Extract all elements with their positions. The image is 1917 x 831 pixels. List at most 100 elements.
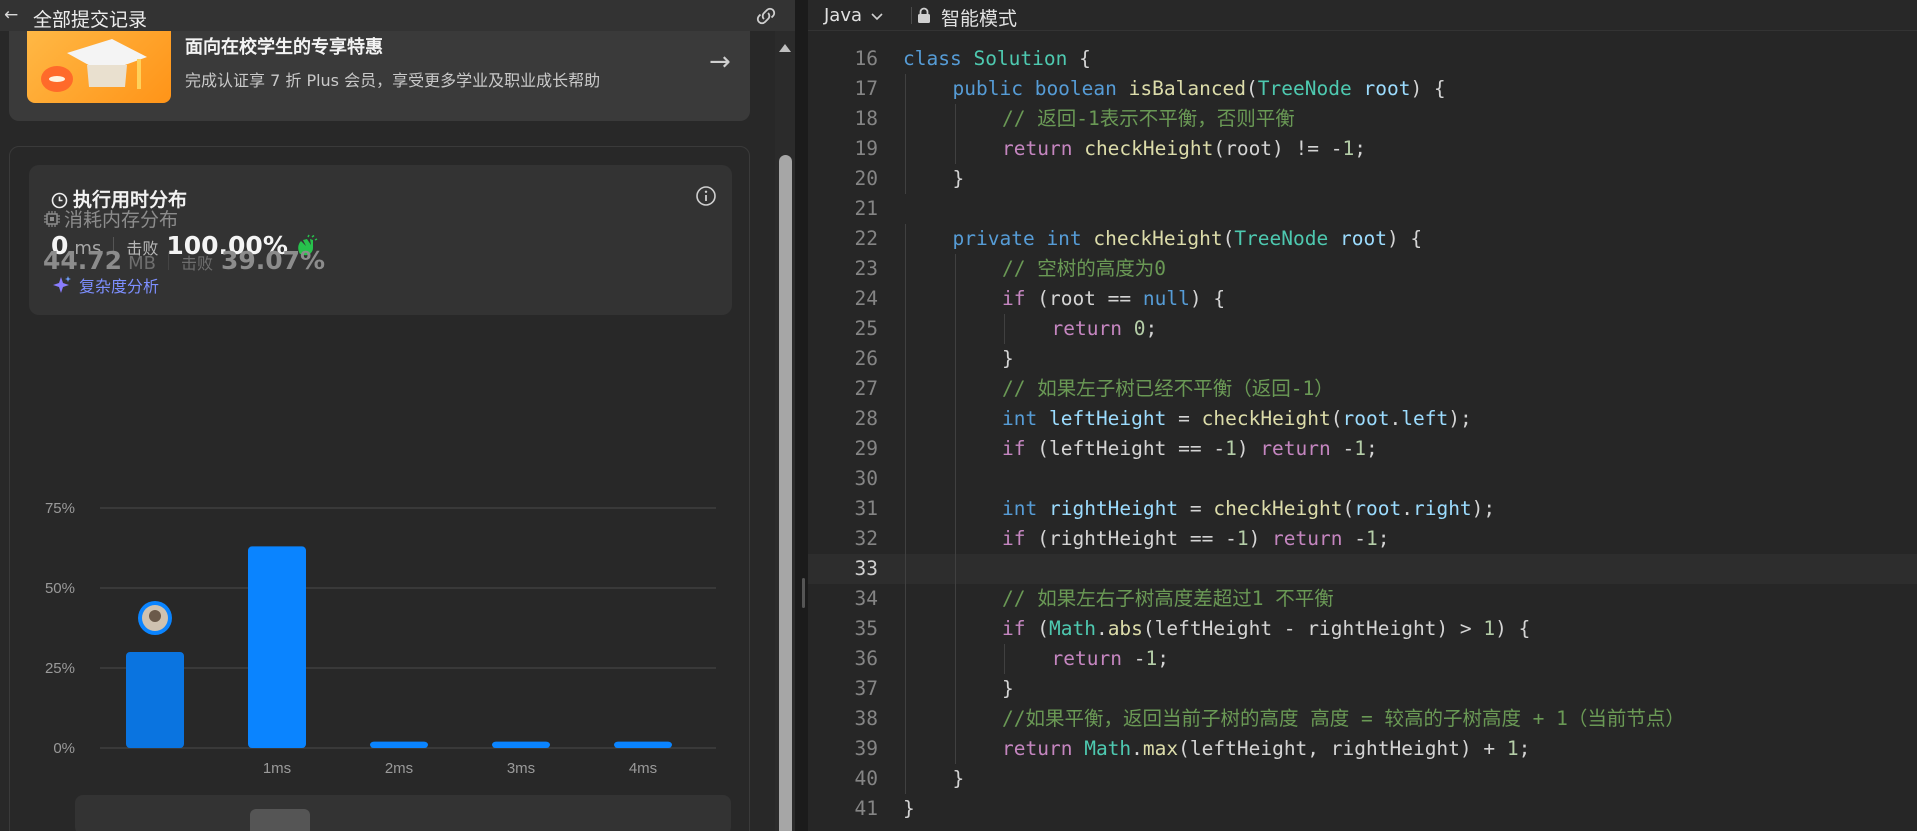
back-arrow-icon[interactable]: ← bbox=[4, 6, 20, 24]
code-line[interactable]: 17 public boolean isBalanced(TreeNode roo… bbox=[808, 74, 1917, 104]
line-number: 21 bbox=[854, 197, 878, 220]
indent-guide bbox=[954, 404, 956, 434]
code-text: class Solution { bbox=[903, 47, 1091, 70]
code-line[interactable]: 25 return 0; bbox=[808, 314, 1917, 344]
link-icon[interactable] bbox=[754, 6, 778, 26]
user-avatar-marker bbox=[138, 601, 172, 635]
code-line[interactable]: 29 if (leftHeight == -1) return -1; bbox=[808, 434, 1917, 464]
line-number: 39 bbox=[854, 737, 878, 760]
indent-guide bbox=[905, 314, 906, 344]
code-line[interactable]: 31 int rightHeight = checkHeight(root.rig… bbox=[808, 494, 1917, 524]
indent-guide bbox=[905, 284, 906, 314]
memory-title[interactable]: 消耗内存分布 bbox=[64, 205, 178, 232]
code-text: if (root == null) { bbox=[1002, 287, 1226, 310]
code-line[interactable]: 37} bbox=[808, 674, 1917, 704]
bar[interactable] bbox=[126, 652, 184, 748]
code-line[interactable]: 27 // 如果左子树已经不平衡（返回-1） bbox=[808, 374, 1917, 404]
line-number: 34 bbox=[854, 587, 878, 610]
scrollbar-thumb[interactable] bbox=[779, 155, 792, 831]
code-line[interactable]: 22 private int checkHeight(TreeNode root)… bbox=[808, 224, 1917, 254]
line-number: 20 bbox=[854, 167, 878, 190]
code-line[interactable]: 20} bbox=[808, 164, 1917, 194]
info-icon[interactable] bbox=[695, 185, 717, 207]
code-text: } bbox=[1002, 677, 1014, 700]
code-line[interactable]: 36 return -1; bbox=[808, 644, 1917, 674]
indent-guide bbox=[905, 374, 906, 404]
x-tick-label: 3ms bbox=[507, 760, 535, 777]
smart-mode-label[interactable]: 智能模式 bbox=[941, 4, 1017, 31]
indent-guide bbox=[905, 494, 906, 524]
indent-guide bbox=[905, 764, 906, 794]
code-line[interactable]: 16 class Solution { bbox=[808, 44, 1917, 74]
submissions-title[interactable]: 全部提交记录 bbox=[33, 5, 147, 32]
code-line[interactable]: 34 // 如果左右子树高度差超过1 不平衡 bbox=[808, 584, 1917, 614]
bar[interactable] bbox=[614, 741, 672, 748]
language-selector[interactable]: Java bbox=[824, 5, 884, 26]
memory-value: 44.72 bbox=[43, 246, 123, 275]
promo-title: 面向在校学生的专享特惠 bbox=[185, 37, 383, 58]
code-area[interactable]: 16 class Solution {17 public boolean isBal… bbox=[808, 44, 1917, 824]
indent-guide bbox=[954, 374, 956, 404]
line-number: 30 bbox=[854, 467, 878, 490]
indent-guide bbox=[954, 434, 956, 464]
line-number: 25 bbox=[854, 317, 878, 340]
code-line[interactable]: 40} bbox=[808, 764, 1917, 794]
line-number: 23 bbox=[854, 257, 878, 280]
bar[interactable] bbox=[370, 741, 428, 748]
code-line[interactable]: 26} bbox=[808, 344, 1917, 374]
indent-guide bbox=[954, 254, 956, 284]
code-line[interactable]: 38 //如果平衡，返回当前子树的高度 高度 = 较高的子树高度 + 1（当前节点… bbox=[808, 704, 1917, 734]
bar[interactable] bbox=[492, 741, 550, 748]
indent-guide bbox=[905, 554, 906, 584]
code-line[interactable]: 41} bbox=[808, 794, 1917, 824]
memory-chip-icon bbox=[44, 211, 60, 227]
range-slider-handle[interactable] bbox=[250, 809, 310, 831]
indent-guide bbox=[905, 134, 906, 164]
indent-guide bbox=[905, 404, 906, 434]
code-line[interactable]: 28 int leftHeight = checkHeight(root.left… bbox=[808, 404, 1917, 434]
code-line[interactable]: 32 if (rightHeight == -1) return -1; bbox=[808, 524, 1917, 554]
line-number: 31 bbox=[854, 497, 878, 520]
code-line[interactable]: 39 return Math.max(leftHeight, rightHeigh… bbox=[808, 734, 1917, 764]
code-line[interactable]: 18 // 返回-1表示不平衡，否则平衡 bbox=[808, 104, 1917, 134]
code-text: return Math.max(leftHeight, rightHeight)… bbox=[1002, 737, 1531, 760]
complexity-analysis-link[interactable]: 复杂度分析 bbox=[51, 273, 159, 297]
code-line[interactable]: 19 return checkHeight(root) != -1; bbox=[808, 134, 1917, 164]
code-text: //如果平衡，返回当前子树的高度 高度 = 较高的子树高度 + 1（当前节点） bbox=[1002, 707, 1685, 730]
language-label: Java bbox=[824, 5, 863, 26]
code-text: } bbox=[903, 797, 915, 820]
student-promo-banner[interactable]: 面向在校学生的专享特惠 完成认证享 7 折 Plus 会员，享受更多学业及职业成… bbox=[9, 31, 750, 121]
code-text: return 0; bbox=[1051, 317, 1158, 340]
code-text: int rightHeight = checkHeight(root.right… bbox=[1002, 497, 1496, 520]
panel-splitter[interactable] bbox=[795, 0, 808, 831]
runtime-section[interactable]: 执行用时分布 0 ms 击败 100.00% 复杂度分析 bbox=[29, 165, 732, 315]
y-tick-label: 50% bbox=[45, 580, 75, 597]
x-tick-label: 4ms bbox=[629, 760, 657, 777]
code-line[interactable]: 23 // 空树的高度为0 bbox=[808, 254, 1917, 284]
code-line[interactable]: 33 bbox=[808, 554, 1917, 584]
scroll-up-arrow-icon[interactable] bbox=[779, 44, 791, 52]
arrow-right-icon[interactable]: → bbox=[709, 47, 731, 77]
line-number: 35 bbox=[854, 617, 878, 640]
code-text: return -1; bbox=[1051, 647, 1169, 670]
line-number: 22 bbox=[854, 227, 878, 250]
indent-guide bbox=[954, 464, 956, 494]
bar[interactable] bbox=[248, 546, 306, 748]
indent-guide bbox=[954, 704, 956, 734]
code-line[interactable]: 30 bbox=[808, 464, 1917, 494]
line-number: 32 bbox=[854, 527, 878, 550]
indent-guide bbox=[954, 734, 956, 764]
code-line[interactable]: 21 bbox=[808, 194, 1917, 224]
splitter-grip[interactable] bbox=[802, 578, 805, 608]
code-text: } bbox=[952, 767, 965, 790]
line-number: 27 bbox=[854, 377, 878, 400]
line-number: 38 bbox=[854, 707, 878, 730]
chart-range-slider[interactable] bbox=[75, 795, 731, 831]
code-line[interactable]: 24 if (root == null) { bbox=[808, 284, 1917, 314]
indent-guide bbox=[905, 344, 906, 374]
memory-stats: 44.72 MB 击败 39.07% bbox=[43, 246, 325, 275]
line-number: 18 bbox=[854, 107, 878, 130]
divider bbox=[167, 251, 169, 270]
indent-guide bbox=[905, 584, 906, 614]
code-line[interactable]: 35 if (Math.abs(leftHeight - rightHeight)… bbox=[808, 614, 1917, 644]
